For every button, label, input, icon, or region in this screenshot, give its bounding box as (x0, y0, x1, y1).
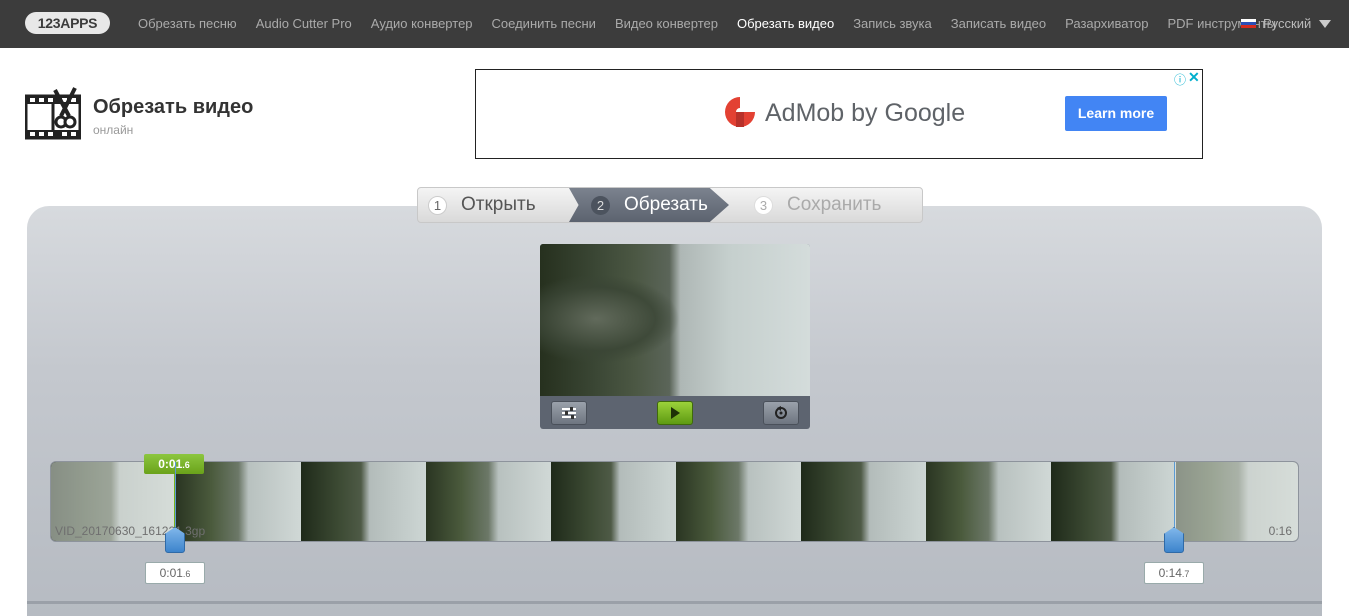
language-selector[interactable]: Русский (1241, 16, 1332, 31)
video-timeline[interactable]: VID_20170630_161221.3gp 0:16 (50, 461, 1299, 542)
nav-item-video-recorder[interactable]: Записать видео (951, 0, 1046, 48)
video-duration: 0:16 (1268, 524, 1292, 538)
ad-learn-more-button[interactable]: Learn more (1065, 96, 1167, 131)
ad-banner[interactable]: AdMob by Google Learn more ⓘ ✕ (475, 69, 1203, 159)
chevron-down-icon (1319, 20, 1332, 28)
filmstrip-frame (1051, 462, 1176, 541)
nav-item-join-songs[interactable]: Соединить песни (492, 0, 596, 48)
site-logo[interactable]: 123APPS (25, 12, 110, 34)
page-title: Обрезать видео (93, 96, 254, 118)
step-number: 3 (754, 195, 773, 215)
ad-info-icon[interactable]: ⓘ (1174, 71, 1186, 88)
step-save[interactable]: 3 Сохранить (754, 188, 881, 222)
video-player (540, 244, 810, 429)
step-label: Открыть (461, 194, 536, 215)
language-label: Русский (1263, 16, 1312, 31)
admob-logo-icon (725, 97, 755, 127)
playhead-time-label[interactable]: 0:01.6 (144, 454, 204, 474)
step-cut[interactable]: 2 Обрезать (591, 188, 708, 222)
nav-item-cut-video[interactable]: Обрезать видео (737, 0, 834, 48)
nav-item-voice-recorder[interactable]: Запись звука (853, 0, 932, 48)
step-open[interactable]: 1 Открыть (428, 188, 536, 222)
nav-item-archive-extractor[interactable]: Разархиватор (1065, 0, 1148, 48)
step-number: 2 (591, 195, 610, 215)
filmstrip-frame (426, 462, 551, 541)
top-navbar: 123APPS Обрезать песню Audio Cutter Pro … (0, 0, 1349, 48)
play-icon (671, 407, 680, 419)
settings-icon (562, 407, 576, 419)
play-button[interactable] (657, 401, 693, 425)
nav-item-video-converter[interactable]: Видео конвертер (615, 0, 718, 48)
russia-flag-icon (1241, 18, 1256, 29)
reset-icon (775, 406, 787, 419)
ad-close-icon[interactable]: ✕ (1188, 69, 1200, 86)
filmstrip-frame (801, 462, 926, 541)
video-preview[interactable] (540, 244, 810, 396)
reset-button[interactable] (763, 401, 799, 425)
film-scissors-icon (25, 87, 81, 140)
step-number: 1 (428, 195, 447, 215)
filmstrip-frame (926, 462, 1051, 541)
step-label: Сохранить (787, 194, 882, 215)
filmstrip (51, 462, 1298, 541)
ad-brand-text: AdMob by Google (765, 99, 966, 127)
app-nav: Обрезать песню Audio Cutter Pro Аудио ко… (138, 0, 1295, 48)
nav-item-audio-converter[interactable]: Аудио конвертер (371, 0, 473, 48)
nav-item-audio-cutter-pro[interactable]: Audio Cutter Pro (256, 0, 352, 48)
filmstrip-frame (676, 462, 801, 541)
page-subtitle: онлайн (93, 123, 134, 137)
end-time-input[interactable]: 0:14.7 (1144, 562, 1204, 584)
filmstrip-frame (301, 462, 426, 541)
nav-item-cut-song[interactable]: Обрезать песню (138, 0, 237, 48)
settings-button[interactable] (551, 401, 587, 425)
step-label: Обрезать (624, 194, 708, 215)
filmstrip-frame (551, 462, 676, 541)
step-progress: 1 Открыть 2 Обрезать 3 Сохранить (417, 187, 923, 223)
start-time-input[interactable]: 0:01.6 (145, 562, 205, 584)
